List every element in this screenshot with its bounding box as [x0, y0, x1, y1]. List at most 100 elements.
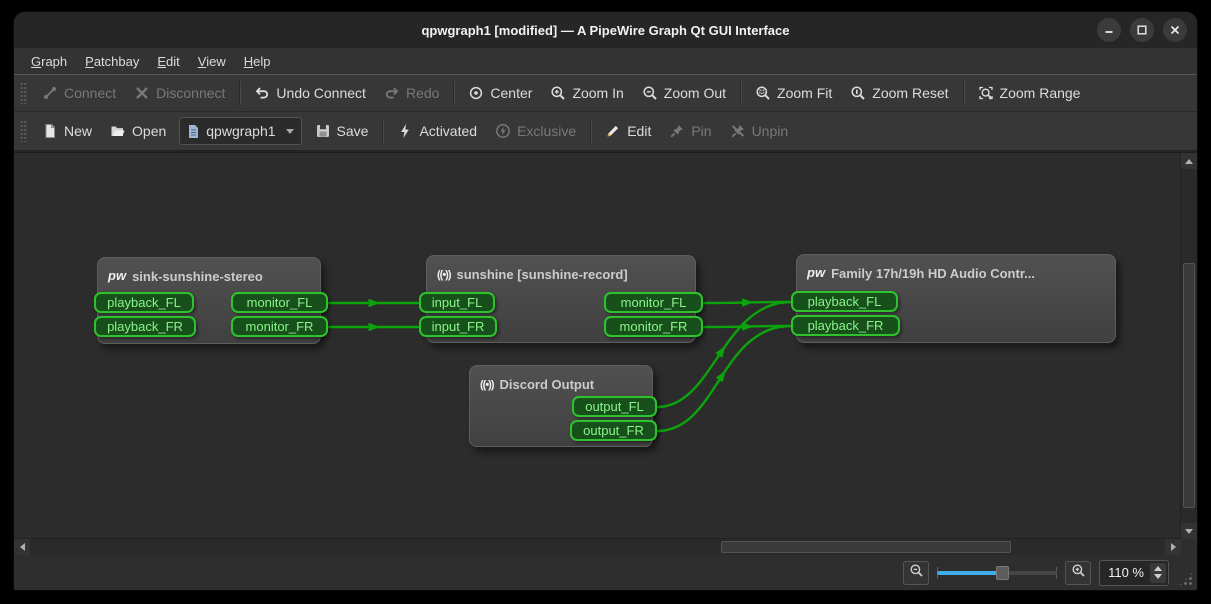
redo-button[interactable]: Redo: [375, 79, 448, 107]
titlebar[interactable]: qpwgraph1 [modified] — A PipeWire Graph …: [14, 12, 1197, 48]
patchbay-profile-combobox[interactable]: qpwgraph1: [179, 117, 301, 145]
zoom-in-icon: [1071, 563, 1086, 583]
zoom-range-icon: [978, 85, 994, 101]
unpin-icon: [730, 123, 746, 139]
open-button[interactable]: Open: [101, 117, 175, 145]
triangle-right-icon: [1171, 543, 1176, 551]
node-title: sunshine [sunshine-record]: [457, 267, 628, 282]
port-playback_fl[interactable]: playback_FL: [94, 292, 194, 313]
activated-toggle[interactable]: Activated: [388, 117, 486, 145]
zoom-fit-icon: [755, 85, 771, 101]
graph-canvas-content: sink-sunshine-stereo playback_FL playback_…: [14, 153, 1181, 539]
connect-button[interactable]: Connect: [33, 79, 125, 107]
horizontal-scrollbar-thumb[interactable]: [721, 541, 1011, 553]
app-window: qpwgraph1 [modified] — A PipeWire Graph …: [14, 12, 1197, 590]
toolbar-drag-handle[interactable]: [20, 82, 27, 104]
undo-connect-label: Undo Connect: [276, 85, 366, 101]
toolbar-separator: [239, 81, 240, 105]
pin-icon: [669, 123, 685, 139]
exclusive-label: Exclusive: [517, 123, 576, 139]
zoom-out-button[interactable]: Zoom Out: [633, 79, 735, 107]
pin-button[interactable]: Pin: [660, 117, 720, 145]
new-button[interactable]: New: [33, 117, 101, 145]
zoom-out-label: Zoom Out: [664, 85, 726, 101]
toolbar-separator: [740, 81, 741, 105]
activated-label: Activated: [419, 123, 477, 139]
spin-up-icon: [1154, 566, 1162, 571]
zoom-spinbox[interactable]: 110 %: [1099, 560, 1169, 586]
port-output_fr[interactable]: output_FR: [570, 420, 657, 441]
disconnect-button[interactable]: Disconnect: [125, 79, 234, 107]
vertical-scrollbar[interactable]: [1180, 153, 1197, 539]
vertical-scrollbar-thumb[interactable]: [1183, 263, 1195, 508]
triangle-left-icon: [20, 543, 25, 551]
triangle-down-icon: [1185, 529, 1193, 534]
zoom-slider-fill: [937, 571, 999, 575]
wire: [703, 302, 791, 303]
window-controls: [1097, 18, 1187, 42]
menu-patchbay[interactable]: Patchbay: [76, 51, 148, 72]
zoom-range-button[interactable]: Zoom Range: [969, 79, 1090, 107]
open-label: Open: [132, 123, 166, 139]
port-monitor_fr[interactable]: monitor_FR: [604, 316, 703, 337]
node-title: sink-sunshine-stereo: [132, 269, 263, 284]
port-playback_fr[interactable]: playback_FR: [791, 315, 900, 336]
statusbar-zoom-out-button[interactable]: [903, 561, 929, 585]
menu-view[interactable]: View: [189, 51, 235, 72]
menu-edit[interactable]: Edit: [148, 51, 188, 72]
center-label: Center: [490, 85, 532, 101]
port-monitor_fl[interactable]: monitor_FL: [604, 292, 703, 313]
zoom-in-icon: [550, 85, 566, 101]
save-label: Save: [337, 123, 369, 139]
new-label: New: [64, 123, 92, 139]
center-button[interactable]: Center: [459, 79, 541, 107]
port-playback_fl[interactable]: playback_FL: [791, 291, 898, 312]
graph-canvas[interactable]: sink-sunshine-stereo playback_FL playback_…: [14, 152, 1197, 555]
patchbay-profile-value: qpwgraph1: [206, 123, 275, 139]
zoom-spin-buttons[interactable]: [1150, 563, 1166, 583]
save-button[interactable]: Save: [306, 117, 378, 145]
zoom-in-label: Zoom In: [572, 85, 623, 101]
zoom-fit-label: Zoom Fit: [777, 85, 832, 101]
edit-toggle[interactable]: Edit: [596, 117, 660, 145]
wire-arrow-icon: [369, 299, 381, 307]
statusbar: 110 %: [14, 555, 1197, 590]
zoom-reset-icon: [850, 85, 866, 101]
zoom-slider[interactable]: [937, 563, 1057, 583]
patchbay-file-icon: [187, 124, 200, 139]
zoom-reset-button[interactable]: Zoom Reset: [841, 79, 957, 107]
horizontal-scrollbar[interactable]: [14, 538, 1181, 555]
node-title: Discord Output: [500, 377, 595, 392]
scroll-up-button[interactable]: [1181, 153, 1197, 169]
close-button[interactable]: [1163, 18, 1187, 42]
window-title: qpwgraph1 [modified] — A PipeWire Graph …: [14, 23, 1197, 38]
exclusive-bolt-icon: [495, 123, 511, 139]
scroll-left-button[interactable]: [14, 539, 30, 555]
wire-arrow-icon: [715, 344, 728, 358]
zoom-in-button[interactable]: Zoom In: [541, 79, 632, 107]
scroll-right-button[interactable]: [1165, 539, 1181, 555]
menu-help[interactable]: Help: [235, 51, 280, 72]
undo-connect-button[interactable]: Undo Connect: [245, 79, 375, 107]
port-monitor_fr[interactable]: monitor_FR: [231, 316, 328, 337]
port-output_fl[interactable]: output_FL: [572, 396, 657, 417]
port-monitor_fl[interactable]: monitor_FL: [231, 292, 328, 313]
toolbar-separator: [453, 81, 454, 105]
pin-label: Pin: [691, 123, 711, 139]
unpin-button[interactable]: Unpin: [721, 117, 798, 145]
statusbar-zoom-in-button[interactable]: [1065, 561, 1091, 585]
zoom-slider-thumb[interactable]: [996, 566, 1009, 580]
zoom-range-label: Zoom Range: [1000, 85, 1081, 101]
menu-graph[interactable]: Graph: [22, 51, 76, 72]
port-playback_fr[interactable]: playback_FR: [94, 316, 196, 337]
port-input_fr[interactable]: input_FR: [419, 316, 497, 337]
zoom-fit-button[interactable]: Zoom Fit: [746, 79, 841, 107]
resize-grip[interactable]: [1178, 571, 1194, 587]
minimize-button[interactable]: [1097, 18, 1121, 42]
toolbar-drag-handle[interactable]: [20, 120, 27, 142]
maximize-button[interactable]: [1130, 18, 1154, 42]
scroll-down-button[interactable]: [1181, 523, 1197, 539]
port-input_fl[interactable]: input_FL: [419, 292, 495, 313]
exclusive-toggle[interactable]: Exclusive: [486, 117, 585, 145]
close-icon: [1170, 25, 1180, 35]
